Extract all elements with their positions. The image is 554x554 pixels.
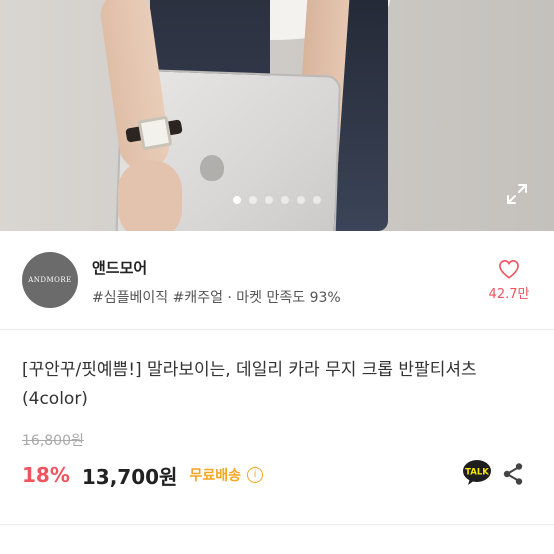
carousel-dot[interactable] [265,196,273,204]
share-icon [503,463,523,485]
discount-rate: 18% [22,463,70,487]
carousel-dot[interactable] [313,196,321,204]
carousel-dot[interactable] [297,196,305,204]
carousel-dot[interactable] [281,196,289,204]
kakaotalk-icon: TALK [463,460,491,485]
heart-icon [499,259,519,279]
product-image-carousel[interactable] [0,0,554,231]
share-button[interactable] [502,462,524,486]
talk-label: TALK [465,468,489,478]
shop-logo[interactable]: ANDMORE [22,252,78,308]
sale-price: 13,700원 [81,464,178,489]
photo-tablet-logo [200,155,224,181]
shop-info-row[interactable]: ANDMORE 앤드모어 #심플베이직 #캐주얼 · 마켓 만족도 93% 42… [0,231,554,330]
shop-logo-text: ANDMORE [28,276,72,284]
carousel-indicators [0,196,554,204]
photo-watch-face [137,115,173,151]
expand-icon [507,184,527,204]
carousel-dot[interactable] [249,196,257,204]
price-row: 18% 13,700원 무료배송 i [22,460,263,490]
carousel-dot[interactable] [233,196,241,204]
kakaotalk-button[interactable]: TALK [462,460,492,486]
like-button[interactable]: 42.7만 [484,259,534,302]
expand-image-button[interactable] [506,183,528,205]
product-title: [꾸안꾸/핏예쁨!] 말라보이는, 데일리 카라 무지 크롭 반팔티셔츠 (4c… [22,360,477,409]
info-icon[interactable]: i [246,467,263,483]
shop-tags: #심플베이직 #캐주얼 · 마켓 만족도 93% [92,290,341,306]
original-price: 16,800원 [22,433,84,449]
section-divider [0,524,554,525]
shipping-badge: 무료배송 [189,468,241,484]
shop-name[interactable]: 앤드모어 [92,257,147,278]
like-count: 42.7만 [488,287,530,302]
